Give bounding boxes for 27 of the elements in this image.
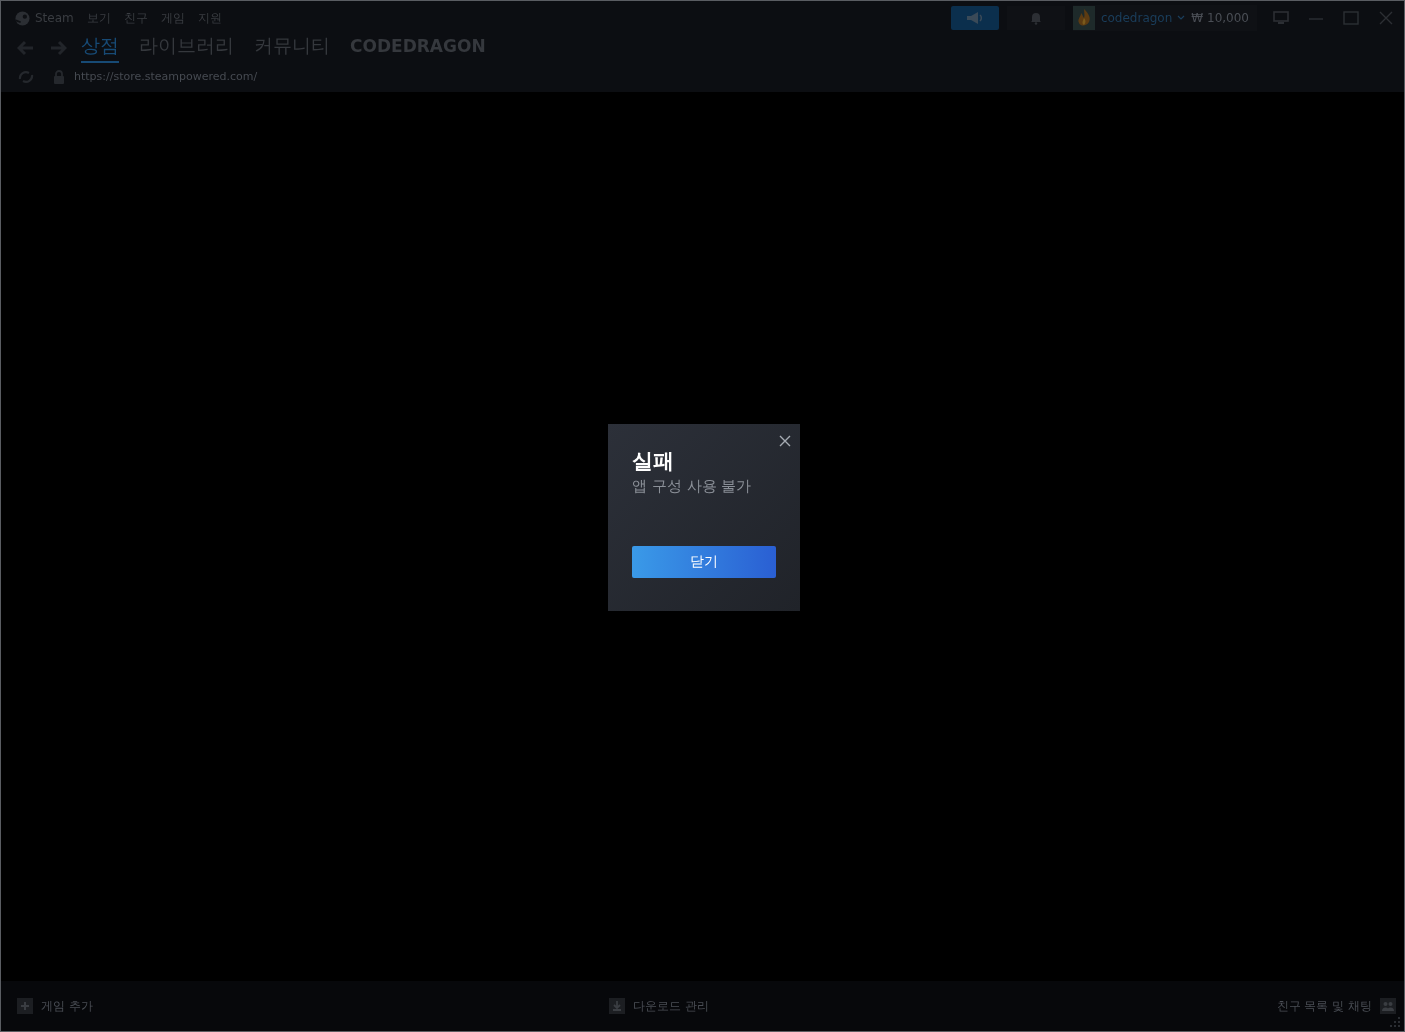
downloads-button[interactable]: 다운로드 관리 bbox=[608, 997, 709, 1015]
dialog-title: 실패 bbox=[632, 448, 675, 474]
avatar-icon bbox=[1072, 6, 1095, 30]
steam-logo-icon bbox=[15, 10, 30, 26]
megaphone-icon bbox=[965, 11, 984, 25]
forward-arrow-icon[interactable] bbox=[49, 40, 67, 56]
lock-icon bbox=[53, 69, 65, 84]
add-game-button[interactable]: 게임 추가 bbox=[17, 997, 93, 1015]
back-arrow-icon[interactable] bbox=[17, 40, 35, 56]
people-icon bbox=[1380, 998, 1396, 1014]
resize-grip-icon[interactable] bbox=[1390, 1017, 1402, 1029]
wallet-balance: ₩ 10,000 bbox=[1191, 11, 1249, 25]
bell-icon bbox=[1029, 11, 1042, 25]
caret-icon bbox=[1177, 15, 1186, 21]
friends-chat-button[interactable]: 친구 목록 및 채팅 bbox=[1276, 997, 1396, 1015]
username: codedragon bbox=[1100, 11, 1173, 25]
download-icon bbox=[608, 998, 625, 1014]
reload-icon[interactable] bbox=[17, 69, 35, 84]
monitor-icon[interactable] bbox=[1271, 11, 1291, 25]
url-text: https://store.steampowered.com/ bbox=[74, 70, 258, 83]
nav-tab[interactable]: 상점 bbox=[81, 33, 119, 63]
maximize-icon[interactable] bbox=[1341, 11, 1361, 25]
plus-icon bbox=[17, 998, 33, 1014]
announcements-button[interactable] bbox=[950, 6, 999, 30]
dialog-message: 앱 구성 사용 불가 bbox=[632, 476, 753, 496]
close-button[interactable]: 닫기 bbox=[632, 546, 776, 578]
close-icon[interactable] bbox=[779, 435, 791, 447]
